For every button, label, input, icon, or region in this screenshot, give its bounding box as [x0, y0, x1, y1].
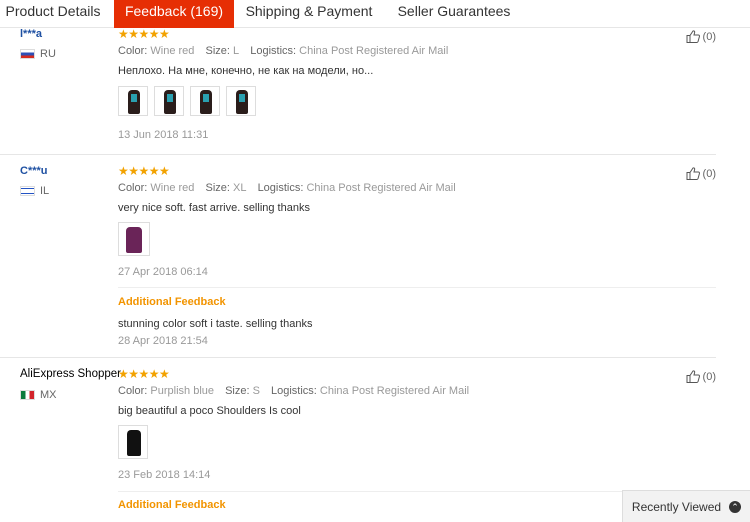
review-photo[interactable]	[154, 86, 184, 116]
helpful-button[interactable]: (0)	[686, 370, 716, 383]
logistics-value: China Post Registered Air Mail	[306, 182, 456, 194]
thumbs-up-icon	[686, 370, 700, 383]
review-photo[interactable]	[118, 222, 150, 256]
size-value: L	[233, 45, 240, 57]
review-text: big beautiful a poco Shoulders Is cool	[118, 405, 301, 417]
reviewer-country: RU	[20, 48, 56, 60]
reviewer-name: l***a	[20, 28, 43, 40]
recently-viewed-button[interactable]: Recently Viewed ⌃	[622, 490, 750, 522]
size-value: S	[252, 385, 260, 397]
review-photo[interactable]	[226, 86, 256, 116]
reviewer-name: AliExpress Shopper	[20, 368, 121, 380]
logistics-label: Logistics:	[271, 385, 317, 397]
size-label: Size:	[205, 182, 230, 194]
tab-shipping-payment[interactable]: Shipping & Payment	[240, 0, 378, 27]
color-value: Wine red	[150, 182, 195, 194]
additional-feedback-heading: Additional Feedback	[118, 499, 226, 511]
reviewer-country: IL	[20, 185, 49, 197]
additional-feedback-text: stunning color soft i taste. selling tha…	[118, 318, 313, 330]
review-date: 27 Apr 2018 06:14	[118, 266, 208, 278]
russia-flag-icon	[20, 49, 35, 59]
israel-flag-icon	[20, 186, 35, 196]
recently-viewed-label: Recently Viewed	[631, 499, 722, 514]
color-value: Purplish blue	[150, 385, 214, 397]
chevron-up-icon: ⌃	[729, 500, 742, 513]
logistics-value: China Post Registered Air Mail	[299, 45, 449, 57]
size-label: Size:	[205, 45, 230, 57]
reviewer-country: MX	[20, 389, 57, 401]
review-text: very nice soft. fast arrive. selling tha…	[118, 202, 310, 214]
tab-product-details[interactable]: Product Details	[0, 0, 106, 27]
logistics-label: Logistics:	[250, 45, 297, 57]
review-date: 23 Feb 2018 14:14	[118, 469, 211, 481]
review-divider	[0, 357, 716, 358]
helpful-count: (0)	[702, 30, 716, 43]
mexico-flag-icon	[20, 390, 35, 400]
country-code: IL	[40, 185, 50, 197]
helpful-button[interactable]: (0)	[686, 167, 716, 180]
thumbs-up-icon	[686, 167, 700, 180]
helpful-button[interactable]: (0)	[686, 30, 716, 43]
helpful-count: (0)	[702, 167, 716, 180]
size-label: Size:	[225, 385, 250, 397]
color-label: Color:	[118, 45, 148, 57]
logistics-label: Logistics:	[257, 182, 304, 194]
thumbs-up-icon	[686, 30, 700, 43]
size-value: XL	[233, 182, 247, 194]
order-info: Color: Wine red Size: XL Logistics: Chin…	[118, 182, 464, 194]
color-value: Wine red	[150, 45, 195, 57]
helpful-count: (0)	[702, 370, 716, 383]
color-label: Color:	[118, 385, 148, 397]
additional-feedback-heading: Additional Feedback	[118, 296, 226, 308]
review-photos	[118, 425, 148, 459]
review-divider	[0, 154, 716, 155]
reviewer-name: C***u	[20, 165, 48, 177]
country-code: MX	[40, 389, 57, 401]
tab-bar: Product Details Feedback (169) Shipping …	[0, 0, 750, 28]
review-photo[interactable]	[190, 86, 220, 116]
tab-feedback[interactable]: Feedback (169)	[114, 0, 234, 28]
country-code: RU	[40, 48, 56, 60]
review-photo[interactable]	[118, 86, 148, 116]
review-text: Неплохо. На мне, конечно, не как на моде…	[118, 65, 374, 77]
color-label: Color:	[118, 182, 148, 194]
review-photos	[118, 86, 256, 116]
star-rating: ★★★★★	[118, 367, 170, 381]
star-rating: ★★★★★	[118, 27, 170, 41]
tab-seller-guarantees[interactable]: Seller Guarantees	[392, 0, 516, 27]
logistics-value: China Post Registered Air Mail	[319, 385, 470, 397]
review-date: 13 Jun 2018 11:31	[118, 129, 209, 141]
review-photos	[118, 222, 150, 256]
order-info: Color: Wine red Size: L Logistics: China…	[118, 45, 456, 57]
additional-feedback-date: 28 Apr 2018 21:54	[118, 335, 208, 347]
review-photo[interactable]	[118, 425, 148, 459]
order-info: Color: Purplish blue Size: S Logistics: …	[118, 385, 477, 397]
star-rating: ★★★★★	[118, 164, 170, 178]
additional-feedback-divider	[118, 287, 716, 288]
